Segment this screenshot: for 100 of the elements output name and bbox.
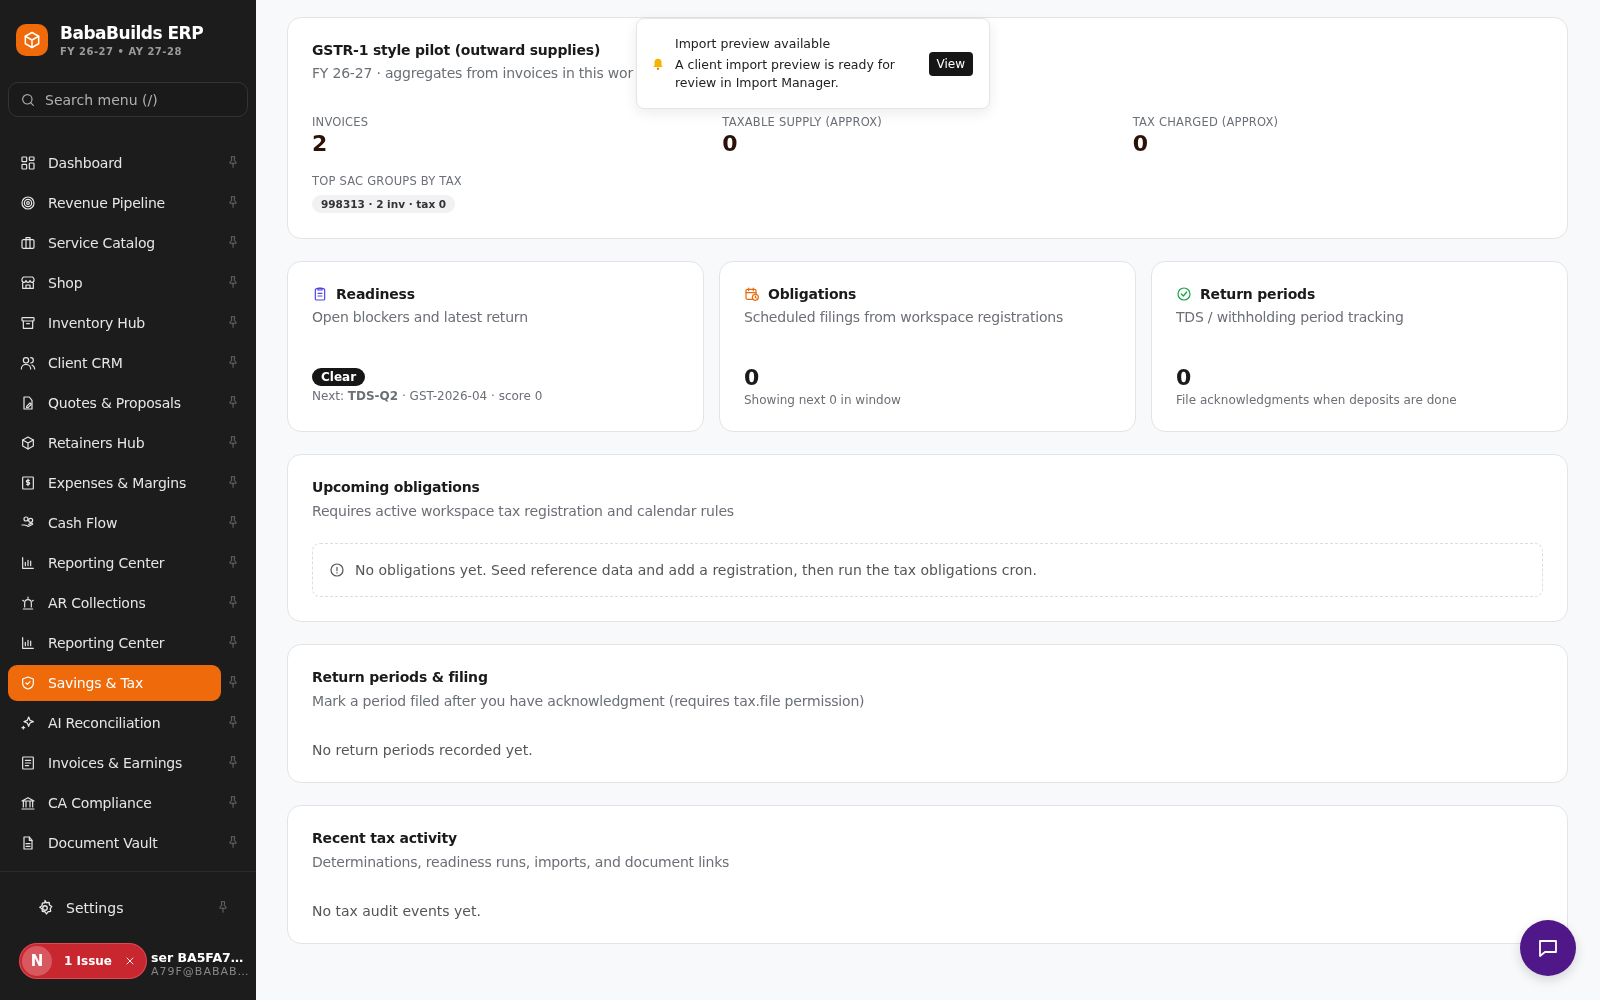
- nav-item[interactable]: Inventory Hub: [8, 305, 221, 341]
- card-title: Obligations: [768, 286, 857, 302]
- toast-message: A client import preview is ready for review in Import Manager.: [675, 56, 896, 92]
- user-name: ser BA5FA7…: [151, 950, 244, 965]
- bar-chart-icon: [20, 635, 36, 651]
- nav-item[interactable]: CA Compliance: [8, 785, 221, 821]
- empty-message: No return periods recorded yet.: [312, 742, 534, 758]
- nav-item[interactable]: Reporting Center: [8, 545, 221, 581]
- issue-badge[interactable]: N 1 Issue: [20, 944, 146, 978]
- issue-label: 1 Issue: [64, 954, 112, 968]
- info-icon: [329, 562, 345, 578]
- section-subtitle: Requires active workspace tax registration and calendar rules: [312, 503, 734, 519]
- chat-button[interactable]: [1520, 920, 1576, 976]
- card-title: Return periods: [1200, 286, 1316, 302]
- calendar-clock-icon: [744, 286, 760, 302]
- stat-value: 0: [1176, 365, 1193, 390]
- sparkles-icon: [20, 715, 36, 731]
- section-subtitle: Determinations, readiness runs, imports, and document links: [312, 854, 730, 870]
- search-field[interactable]: Search menu (/): [8, 82, 248, 117]
- settings-label: Settings: [66, 900, 124, 916]
- stat-label: TAXABLE SUPPLY (APPROX): [722, 115, 883, 129]
- toast-title: Import preview available: [675, 35, 832, 53]
- stat-value: 0: [744, 365, 761, 390]
- stat-label: TAX CHARGED (APPROX): [1132, 115, 1280, 129]
- stat-value: 0: [722, 131, 739, 156]
- section-title: Recent tax activity: [312, 830, 457, 846]
- receipt-icon: [20, 755, 36, 771]
- nav-item[interactable]: Revenue Pipeline: [8, 185, 221, 221]
- cube-icon: [20, 435, 36, 451]
- pin-icon: [226, 154, 240, 169]
- nav-item[interactable]: Client CRM: [8, 345, 221, 381]
- bell-icon: [651, 56, 665, 71]
- groups-label: TOP SAC GROUPS BY TAX: [312, 174, 463, 188]
- view-button[interactable]: View: [928, 51, 973, 76]
- document-pen-icon: [20, 395, 36, 411]
- siren-icon: [20, 595, 36, 611]
- bank-icon: [20, 795, 36, 811]
- pin-icon: [226, 474, 240, 489]
- notice-text: No obligations yet. Seed reference data and add a registration, then run the tax obligations cron.: [355, 562, 1037, 578]
- user-email: A79F@BABAB…: [151, 965, 250, 978]
- card-note: Showing next 0 in window: [744, 393, 902, 407]
- stat-label: INVOICES: [312, 115, 370, 129]
- settings-item[interactable]: Settings: [8, 888, 248, 928]
- nav-item[interactable]: Dashboard: [8, 145, 221, 181]
- grid-icon: [20, 155, 36, 171]
- avatar-letter: N: [22, 946, 52, 976]
- pin-icon: [226, 594, 240, 609]
- briefcase-icon: [20, 235, 36, 251]
- sac-group-chip: 998313 · 2 inv · tax 0: [312, 195, 456, 213]
- card-subtitle: Scheduled filings from workspace registrations: [744, 309, 1064, 325]
- pin-icon: [226, 754, 240, 769]
- pin-icon: [226, 794, 240, 809]
- pin-icon: [226, 834, 240, 849]
- pin-icon: [216, 899, 230, 914]
- nav-item[interactable]: Document Vault: [8, 825, 221, 861]
- empty-message: No tax audit events yet.: [312, 903, 482, 919]
- pin-icon: [226, 554, 240, 569]
- nav-item[interactable]: AI Reconciliation: [8, 705, 221, 741]
- pin-icon: [226, 674, 240, 689]
- card-title: Readiness: [336, 286, 415, 302]
- pin-icon: [226, 434, 240, 449]
- receipt-icon: [20, 475, 36, 491]
- nav-item[interactable]: Reporting Center: [8, 625, 221, 661]
- pin-icon: [226, 354, 240, 369]
- archive-icon: [20, 315, 36, 331]
- pin-icon: [226, 394, 240, 409]
- card-subtitle: Open blockers and latest return: [312, 309, 528, 325]
- pin-icon: [226, 514, 240, 529]
- clipboard-icon: [312, 286, 328, 302]
- nav-item[interactable]: Expenses & Margins: [8, 465, 221, 501]
- pin-icon: [226, 314, 240, 329]
- nav-item[interactable]: Shop: [8, 265, 221, 301]
- nav-item[interactable]: Quotes & Proposals: [8, 385, 221, 421]
- stat-value: 0: [1132, 131, 1149, 156]
- pin-icon: [226, 714, 240, 729]
- users-icon: [20, 355, 36, 371]
- section-subtitle: Mark a period filed after you have acknowledgment (requires tax.file permission): [312, 693, 865, 709]
- nav-item[interactable]: Invoices & Earnings: [8, 745, 221, 781]
- check-circle-icon: [1176, 286, 1192, 302]
- search-icon: [20, 92, 36, 108]
- stat-value: 2: [312, 131, 329, 156]
- nav-item[interactable]: Retainers Hub: [8, 425, 221, 461]
- pin-icon: [226, 234, 240, 249]
- nav-item[interactable]: Service Catalog: [8, 225, 221, 261]
- file-text-icon: [20, 835, 36, 851]
- pin-icon: [226, 634, 240, 649]
- shield-check-icon: [20, 675, 36, 691]
- card-note: Next: TDS-Q2 · GST-2026-04 · score 0: [312, 389, 544, 403]
- pin-icon: [226, 194, 240, 209]
- brand-name: BabaBuilds ERP: [60, 23, 204, 43]
- section-title: Return periods & filing: [312, 669, 488, 685]
- nav-item[interactable]: AR Collections: [8, 585, 221, 621]
- section-title: Upcoming obligations: [312, 479, 480, 495]
- store-icon: [20, 275, 36, 291]
- gear-icon: [36, 899, 54, 917]
- brand-subtitle: FY 26-27 • AY 27-28: [60, 46, 183, 57]
- bar-chart-icon: [20, 555, 36, 571]
- status-pill: Clear: [312, 368, 366, 386]
- card-note: File acknowledgments when deposits are done: [1176, 393, 1458, 407]
- nav-item[interactable]: Cash Flow: [8, 505, 221, 541]
